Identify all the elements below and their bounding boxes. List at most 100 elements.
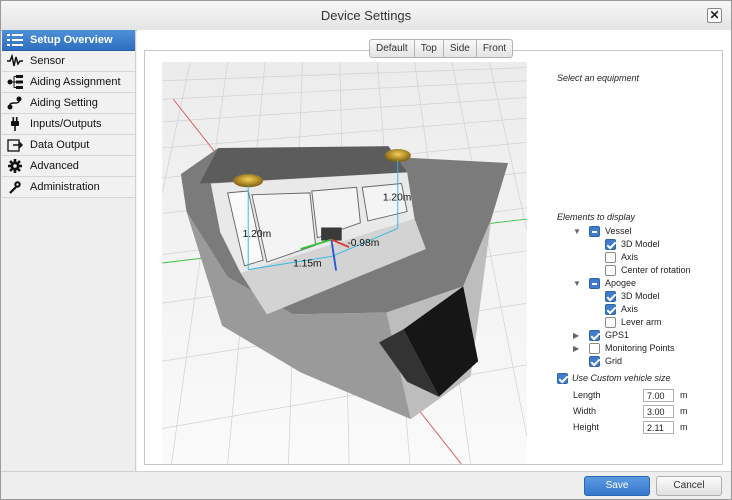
tree-row-grid: Grid: [549, 355, 729, 368]
vessel-checkbox[interactable]: [589, 226, 600, 237]
tree-row-vessel-axis: Axis: [549, 251, 729, 264]
width-label: Width: [573, 406, 597, 416]
sidebar-item-label: Administration: [30, 181, 100, 193]
vessel-axis-checkbox[interactable]: [605, 252, 616, 263]
length-unit: m: [680, 390, 688, 400]
collapse-arrow-icon[interactable]: ▼: [573, 225, 583, 238]
sidebar-item-administration[interactable]: Administration: [2, 177, 135, 198]
lever-arm-label: Lever arm: [621, 317, 662, 327]
apogee-unit[interactable]: [321, 227, 342, 241]
monitoring-points-checkbox[interactable]: [589, 343, 600, 354]
apogee-label: Apogee: [605, 278, 637, 288]
export-icon: [7, 139, 23, 152]
tree-row-apogee-3d: 3D Model: [549, 290, 729, 303]
sidebar: Setup Overview Sensor Aiding Assignment …: [2, 30, 136, 472]
monitoring-points-label: Monitoring Points: [605, 343, 675, 353]
tree-row-center-of-rotation: Center of rotation: [549, 264, 729, 277]
gps-antenna-left[interactable]: [233, 174, 264, 188]
custom-size-label: Use Custom vehicle size: [572, 373, 671, 383]
window-title: Device Settings: [320, 8, 412, 23]
length-row: Length m: [549, 388, 729, 402]
measure-label-x-offset: 1.15m: [293, 259, 322, 270]
sidebar-item-label: Sensor: [30, 55, 65, 67]
select-equipment-prompt: Select an equipment: [557, 73, 640, 83]
height-unit: m: [680, 422, 688, 432]
sidebar-item-sensor[interactable]: Sensor: [2, 51, 135, 72]
center-of-rotation-label: Center of rotation: [621, 265, 691, 275]
vessel-3d-model-label: 3D Model: [621, 239, 660, 249]
vessel-label: Vessel: [605, 226, 632, 236]
tab-front[interactable]: Front: [476, 39, 514, 58]
length-label: Length: [573, 390, 601, 400]
measure-label-right-height: 1.20m: [383, 192, 412, 203]
tab-default[interactable]: Default: [369, 39, 415, 58]
3d-viewport[interactable]: 1.20m 1.20m -0.98m 1.15m: [144, 62, 545, 464]
measure-label-left-height: 1.20m: [243, 229, 272, 240]
elements-to-display-heading: Elements to display: [557, 212, 636, 222]
apogee-axis-checkbox[interactable]: [605, 304, 616, 315]
height-input[interactable]: [643, 421, 674, 434]
save-button[interactable]: Save: [584, 476, 650, 496]
center-of-rotation-checkbox[interactable]: [605, 265, 616, 276]
length-input[interactable]: [643, 389, 674, 402]
gear-icon: [8, 159, 22, 173]
sidebar-item-label: Setup Overview: [30, 34, 113, 46]
tree-row-apogee: ▼ Apogee: [549, 277, 729, 290]
grid-label: Grid: [605, 356, 623, 366]
sidebar-item-advanced[interactable]: Advanced: [2, 156, 135, 177]
title-bar: Device Settings ✕: [1, 1, 731, 31]
height-row: Height m: [549, 420, 729, 434]
equipment-pane: Select an equipment Elements to display …: [549, 46, 729, 466]
sidebar-item-label: Aiding Setting: [30, 97, 98, 109]
apogee-axis-label: Axis: [621, 304, 639, 314]
waveform-icon: [7, 54, 23, 67]
route-icon: [7, 96, 22, 110]
apogee-3d-model-checkbox[interactable]: [605, 291, 616, 302]
tree-row-apogee-axis: Axis: [549, 303, 729, 316]
custom-size-checkbox[interactable]: [557, 373, 568, 384]
collapse-arrow-icon[interactable]: ▼: [573, 277, 583, 290]
grid-checkbox[interactable]: [589, 356, 600, 367]
expand-arrow-icon[interactable]: ▶: [573, 329, 583, 342]
sidebar-item-inputs-outputs[interactable]: Inputs/Outputs: [2, 114, 135, 135]
lever-arm-checkbox[interactable]: [605, 317, 616, 328]
sidebar-item-data-output[interactable]: Data Output: [2, 135, 135, 156]
apogee-checkbox[interactable]: [589, 278, 600, 289]
sidebar-item-label: Aiding Assignment: [30, 76, 121, 88]
tree-row-monitoring-points: ▶ Monitoring Points: [549, 342, 729, 355]
measure-label-y-offset: -0.98m: [347, 238, 379, 249]
sidebar-item-label: Data Output: [30, 139, 90, 151]
tree-row-vessel: ▼ Vessel: [549, 225, 729, 238]
sidebar-item-setup-overview[interactable]: Setup Overview: [2, 30, 135, 51]
cancel-button[interactable]: Cancel: [656, 476, 722, 496]
tab-side[interactable]: Side: [443, 39, 477, 58]
plug-icon: [11, 117, 19, 131]
apogee-3d-model-label: 3D Model: [621, 291, 660, 301]
list-icon: [7, 34, 23, 46]
width-row: Width m: [549, 404, 729, 418]
tree-row-gps1: ▶ GPS1: [549, 329, 729, 342]
vessel-3d-model-checkbox[interactable]: [605, 239, 616, 250]
tree-row-vessel-3d: 3D Model: [549, 238, 729, 251]
vessel-axis-label: Axis: [621, 252, 639, 262]
gps-antenna-right[interactable]: [384, 148, 411, 163]
sidebar-item-aiding-setting[interactable]: Aiding Setting: [2, 93, 135, 114]
sidebar-item-label: Inputs/Outputs: [30, 118, 102, 130]
gps1-checkbox[interactable]: [589, 330, 600, 341]
tree-row-lever-arm: Lever arm: [549, 316, 729, 329]
close-button[interactable]: ✕: [707, 8, 722, 23]
height-label: Height: [573, 422, 600, 432]
width-input[interactable]: [643, 405, 674, 418]
sidebar-item-label: Advanced: [30, 160, 79, 172]
device-settings-window: Device Settings ✕ Setup Overview Sensor …: [0, 0, 732, 500]
gps1-label: GPS1: [605, 330, 630, 340]
tree-icon: [7, 75, 23, 89]
sidebar-item-aiding-assignment[interactable]: Aiding Assignment: [2, 72, 135, 93]
admin-icon: [9, 181, 21, 194]
width-unit: m: [680, 406, 688, 416]
expand-arrow-icon[interactable]: ▶: [573, 342, 583, 355]
dialog-footer: Save Cancel: [1, 471, 731, 499]
tab-top[interactable]: Top: [414, 39, 444, 58]
custom-size-row: Use Custom vehicle size: [549, 372, 729, 385]
view-mode-tabs: Default Top Side Front: [369, 39, 514, 58]
